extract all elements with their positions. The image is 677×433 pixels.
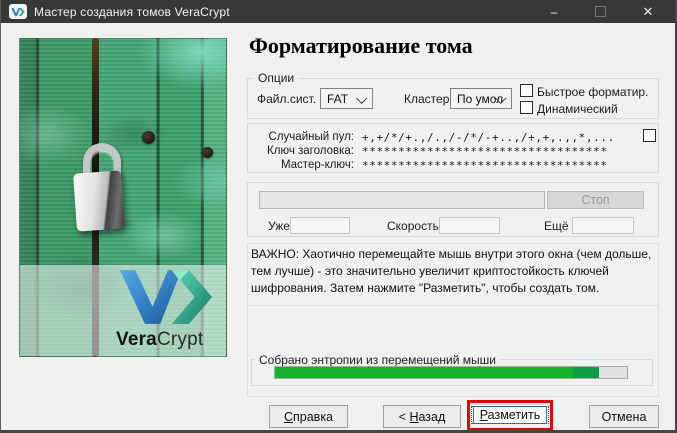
titlebar: Мастер создания томов VeraCrypt – ✕ (1, 0, 675, 23)
close-button[interactable]: ✕ (623, 0, 673, 23)
stop-button[interactable]: Стоп (547, 191, 644, 209)
cluster-label: Кластер (404, 92, 450, 106)
format-accel: Р (479, 408, 488, 422)
header-key-value: ********************************** (362, 145, 608, 158)
speed-label: Скорость (387, 219, 439, 233)
options-group: Опции Файл.сист. FAT Кластер По умол Быс… (247, 71, 659, 119)
dynamic-checkbox[interactable] (520, 101, 533, 114)
brand-bold: Vera (116, 329, 157, 350)
master-key-value: ********************************** (362, 159, 608, 172)
back-prefix: < (398, 409, 410, 424)
format-progress-group: Стоп Уже Скорость Ещё (247, 182, 659, 237)
display-pool-checkbox[interactable] (643, 129, 656, 142)
dynamic-label: Динамический (537, 102, 618, 116)
padlock-body (73, 170, 125, 232)
veracrypt-app-icon (9, 4, 27, 19)
pool-row: Мастер-ключ: ***************************… (252, 159, 608, 172)
important-notice: ВАЖНО: Хаотично перемещайте мышь внутри … (251, 247, 652, 295)
chevron-down-icon (356, 92, 368, 104)
back-rest: азад (418, 409, 446, 424)
window-title: Мастер создания томов VeraCrypt (34, 4, 230, 19)
door-knot (142, 131, 155, 144)
entropy-group: Собрано энтропии из перемещений мыши (251, 353, 653, 386)
maximize-icon (594, 6, 606, 17)
master-key-label: Мастер-ключ: (280, 159, 354, 171)
wizard-image: VeraCrypt (19, 38, 227, 357)
page-title: Форматирование тома (249, 33, 473, 58)
format-progress-bar (259, 191, 545, 209)
help-rest: правка (293, 409, 334, 424)
filesystem-label: Файл.сист. (257, 92, 317, 106)
panel-divider (248, 305, 658, 306)
veracrypt-logo-icon (11, 7, 25, 16)
door-knot (202, 147, 213, 158)
random-pool-group: Случайный пул: +,+/*/+.,/.,/-/*/-+..,/+,… (247, 123, 659, 173)
format-rest: азметить (487, 408, 541, 422)
brand-band: VeraCrypt (20, 265, 226, 356)
filesystem-value: FAT (327, 91, 349, 106)
random-pool-value: +,+/*/+.,/.,/-/*/-+..,/+,+,.,,*,... (362, 131, 615, 144)
elapsed-label: Уже (268, 219, 290, 233)
options-group-label: Опции (254, 71, 299, 85)
red-annotation-box: Разметить (467, 400, 553, 430)
help-accel: С (283, 409, 293, 424)
filesystem-dropdown[interactable]: FAT (320, 88, 373, 109)
elapsed-field (290, 217, 350, 234)
remaining-label: Ещё (544, 219, 569, 233)
maximize-button (577, 0, 623, 23)
veracrypt-wizard-window: Мастер создания томов VeraCrypt – ✕ Vera… (0, 0, 677, 433)
back-accel: Н (409, 409, 419, 424)
quick-format-checkbox[interactable] (520, 84, 533, 97)
pool-row: Ключ заголовка: ************************… (252, 145, 608, 158)
minimize-button[interactable]: – (531, 0, 577, 23)
quick-format-label: Быстрое форматир. (537, 85, 649, 99)
brand-wordmark: VeraCrypt (116, 329, 216, 351)
cancel-label: Отмена (601, 409, 647, 424)
remaining-field (572, 217, 634, 234)
cancel-button[interactable]: Отмена (589, 405, 659, 428)
speed-field (439, 217, 500, 234)
brand-light: Crypt (156, 329, 204, 350)
cluster-dropdown[interactable]: По умол (450, 88, 512, 109)
veracrypt-logo (118, 268, 214, 331)
entropy-progress-bar (274, 366, 628, 379)
help-button[interactable]: Справка (269, 405, 348, 428)
format-button[interactable]: Разметить (470, 406, 550, 424)
back-button[interactable]: < Назад (383, 405, 461, 428)
random-pool-label: Случайный пул: (268, 131, 354, 143)
entropy-fill (275, 367, 599, 378)
pool-row: Случайный пул: +,+/*/+.,/.,/-/*/-+..,/+,… (252, 131, 615, 144)
entropy-group-label: Собрано энтропии из перемещений мыши (255, 353, 500, 367)
header-key-label: Ключ заголовка: (267, 145, 354, 157)
